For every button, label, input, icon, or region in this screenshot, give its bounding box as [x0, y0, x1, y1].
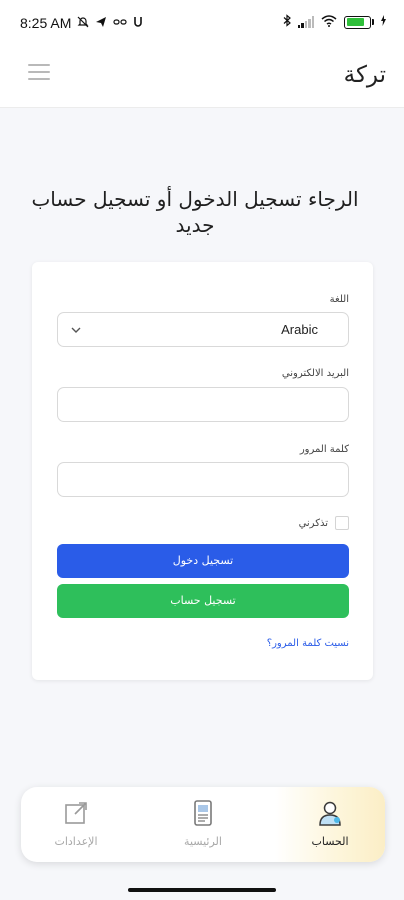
password-field[interactable]	[57, 462, 349, 497]
nav-home[interactable]: الرئيسية	[148, 787, 258, 862]
password-label: كلمة المرور	[299, 444, 349, 455]
remember-me[interactable]: تذكرني	[299, 516, 349, 530]
link-icon	[113, 16, 127, 30]
nav-account[interactable]: الحساب	[275, 787, 385, 862]
app-brand: تركة	[343, 62, 386, 88]
login-card: اللغة Arabic البريد الالكتروني كلمة المر…	[32, 262, 373, 680]
bottom-nav: الإعدادات الرئيسية الحساب	[21, 787, 385, 862]
telegram-icon	[95, 16, 107, 31]
wifi-icon	[321, 14, 337, 30]
register-button[interactable]: تسجيل حساب	[57, 584, 349, 618]
email-label: البريد الالكتروني	[281, 368, 349, 379]
status-right	[283, 14, 386, 30]
remember-label: تذكرني	[298, 517, 328, 529]
battery-icon	[344, 15, 374, 29]
email-field[interactable]	[57, 387, 349, 422]
status-bar: 8:25 AM	[0, 0, 404, 46]
status-left: 8:25 AM	[20, 15, 143, 31]
forgot-password-link[interactable]: نسيت كلمة المرور؟	[267, 638, 349, 649]
language-label: اللغة	[329, 294, 349, 305]
document-icon	[190, 799, 216, 827]
status-time: 8:25 AM	[20, 15, 72, 31]
nav-account-label: الحساب	[311, 835, 349, 848]
language-value: Arabic	[281, 322, 318, 337]
u-icon	[133, 16, 143, 31]
login-button[interactable]: تسجيل دخول	[57, 544, 349, 578]
signal-icon	[297, 16, 314, 28]
nav-home-label: الرئيسية	[184, 835, 222, 848]
mute-icon	[77, 16, 89, 31]
chevron-down-icon	[70, 322, 82, 336]
user-icon	[317, 799, 343, 827]
bluetooth-icon	[283, 14, 291, 30]
language-select[interactable]: Arabic	[57, 312, 349, 347]
charging-icon	[381, 15, 386, 29]
nav-settings[interactable]: الإعدادات	[21, 787, 131, 862]
app-header: تركة	[0, 46, 404, 108]
remember-checkbox[interactable]	[335, 516, 349, 530]
home-indicator	[128, 888, 276, 892]
external-link-icon	[63, 799, 89, 827]
nav-settings-label: الإعدادات	[54, 835, 98, 848]
menu-icon[interactable]	[28, 64, 50, 80]
page-title: الرجاء تسجيل الدخول أو تسجيل حساب جديد	[31, 187, 359, 237]
